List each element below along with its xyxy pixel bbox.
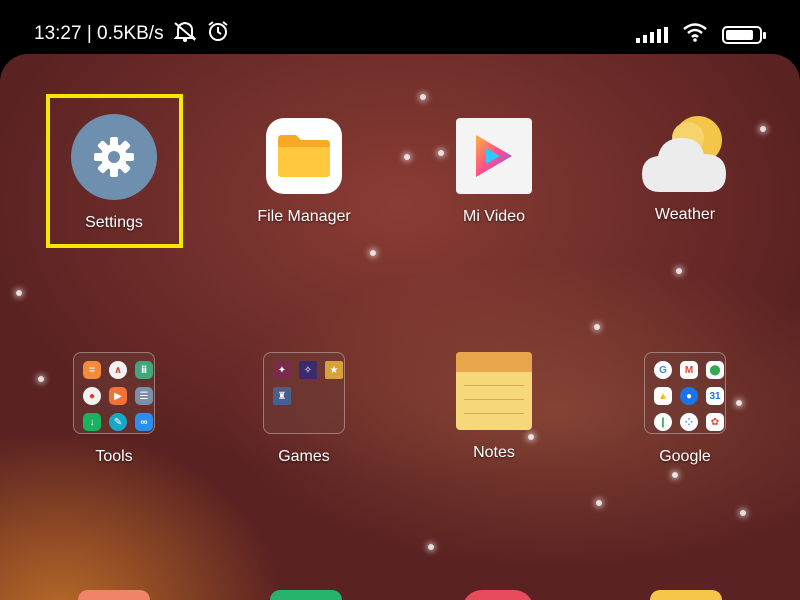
mini-download-icon: ↓: [83, 413, 101, 431]
folder-icon: [266, 118, 342, 194]
mini-game2-icon: ✧: [299, 361, 317, 379]
app-label-file-manager: File Manager: [257, 208, 351, 225]
mini-camera-icon: ▶: [109, 387, 127, 405]
dock-app-peek-2[interactable]: [270, 590, 342, 600]
play-icon: [456, 118, 532, 194]
games-folder-icon: ✦ ✧ ★ ♜: [263, 352, 345, 434]
mini-infinity-icon: ∞: [135, 413, 153, 431]
notes-icon: [456, 352, 532, 430]
app-label-google: Google: [659, 448, 711, 465]
mini-calendar-icon: 31: [706, 387, 724, 405]
mini-maps-icon: ⬤: [706, 361, 724, 379]
status-left: 13:27 | 0.5KB/s: [34, 20, 230, 48]
mini-assistant-icon: ⁘: [680, 413, 698, 431]
status-right: [636, 22, 766, 47]
mini-record-icon: ●: [83, 387, 101, 405]
mini-list-icon: ☰: [135, 387, 153, 405]
app-weather[interactable]: Weather: [590, 114, 780, 224]
folder-tools[interactable]: = ∧ ⅱ ● ▶ ☰ ↓ ✎ ∞ Tools: [19, 352, 209, 466]
mini-game4-icon: ♜: [273, 387, 291, 405]
status-time-speed: 13:27 | 0.5KB/s: [34, 23, 164, 44]
mini-game1-icon: ✦: [273, 361, 291, 379]
app-notes[interactable]: Notes: [399, 352, 589, 462]
google-folder-icon: G M ⬤ ▲ ● 31 ❙ ⁘ ✿: [644, 352, 726, 434]
app-label-tools: Tools: [95, 448, 133, 465]
mini-google-icon: G: [654, 361, 672, 379]
mini-calculator-icon: =: [83, 361, 101, 379]
folder-games[interactable]: ✦ ✧ ★ ♜ Games: [209, 352, 399, 466]
settings-highlight-box: [46, 94, 183, 248]
weather-icon: [640, 114, 730, 196]
status-bar: 13:27 | 0.5KB/s: [0, 0, 800, 58]
app-label-weather: Weather: [654, 206, 716, 223]
mini-recorder-icon: ⅱ: [135, 361, 153, 379]
signal-icon: [636, 26, 668, 43]
dock-app-peek-3[interactable]: [462, 590, 534, 600]
notifications-off-icon: [172, 20, 198, 48]
app-file-manager[interactable]: File Manager: [209, 118, 399, 226]
alarm-icon: [206, 20, 230, 48]
wifi-icon: [682, 22, 708, 47]
battery-icon: [722, 25, 766, 44]
tools-folder-icon: = ∧ ⅱ ● ▶ ☰ ↓ ✎ ∞: [73, 352, 155, 434]
mini-phone-icon: ❙: [654, 413, 672, 431]
app-label-mi-video: Mi Video: [463, 208, 525, 225]
mini-game3-icon: ★: [325, 361, 343, 379]
dock-app-peek-4[interactable]: [650, 590, 722, 600]
mini-drive-icon: ▲: [654, 387, 672, 405]
folder-google[interactable]: G M ⬤ ▲ ● 31 ❙ ⁘ ✿ Google: [590, 352, 780, 466]
mini-photos-icon: ✿: [706, 413, 724, 431]
app-label-notes: Notes: [473, 444, 515, 461]
dock-app-peek-1[interactable]: [78, 590, 150, 600]
mini-feather-icon: ✎: [109, 413, 127, 431]
battery-fill: [726, 29, 753, 40]
mini-contacts-icon: ●: [680, 387, 698, 405]
mini-compass-icon: ∧: [109, 361, 127, 379]
app-mi-video[interactable]: Mi Video: [399, 118, 589, 226]
mini-gmail-icon: M: [680, 361, 698, 379]
app-label-games: Games: [278, 448, 330, 465]
